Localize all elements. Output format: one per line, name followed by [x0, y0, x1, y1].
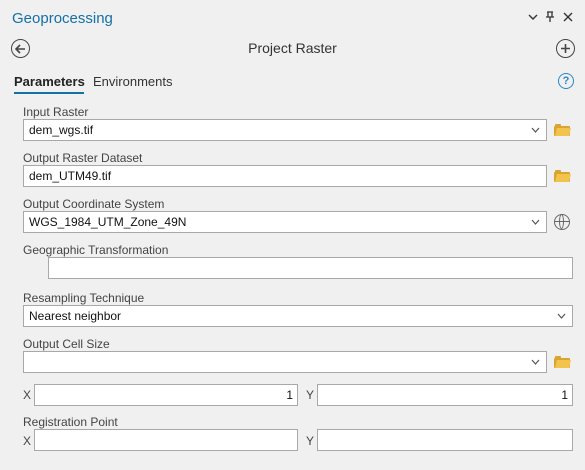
output-raster-label: Output Raster Dataset [23, 151, 143, 165]
folder-icon[interactable] [554, 356, 571, 368]
input-raster-field[interactable]: dem_wgs.tif [23, 119, 547, 141]
folder-icon[interactable] [554, 170, 571, 182]
registration-y-input[interactable] [317, 429, 573, 451]
cell-size-y-input[interactable]: 1 [317, 384, 573, 406]
cell-size-label: Output Cell Size [23, 337, 110, 351]
geo-transform-label: Geographic Transformation [23, 243, 169, 257]
output-cs-value: WGS_1984_UTM_Zone_49N [29, 215, 187, 229]
folder-icon[interactable] [554, 124, 571, 136]
chevron-down-icon[interactable] [531, 126, 540, 134]
add-button[interactable] [556, 39, 575, 58]
input-raster-label: Input Raster [23, 105, 89, 119]
close-icon[interactable] [561, 11, 575, 25]
output-raster-value: dem_UTM49.tif [29, 169, 112, 183]
tab-parameters[interactable]: Parameters [14, 74, 85, 89]
pane-title: Geoprocessing [12, 10, 113, 27]
resampling-label: Resampling Technique [23, 291, 145, 305]
cell-size-y-label: Y [306, 388, 315, 402]
globe-icon[interactable] [554, 214, 570, 230]
pane-titlebar: Geoprocessing [0, 0, 585, 32]
cell-size-x-value: 1 [286, 388, 293, 402]
tab-bar: Parameters Environments [0, 70, 585, 96]
help-icon[interactable]: ? [558, 73, 574, 89]
cell-size-y-value: 1 [561, 388, 568, 402]
registration-x-label: X [23, 434, 32, 448]
chevron-down-icon[interactable] [557, 312, 566, 320]
cell-size-x-input[interactable]: 1 [34, 384, 298, 406]
pin-icon[interactable] [543, 11, 557, 25]
output-cs-label: Output Coordinate System [23, 197, 165, 211]
output-cs-field[interactable]: WGS_1984_UTM_Zone_49N [23, 211, 547, 233]
chevron-down-icon[interactable] [531, 218, 540, 226]
chevron-down-icon[interactable] [526, 11, 540, 25]
cell-size-x-label: X [23, 388, 32, 402]
output-raster-field[interactable]: dem_UTM49.tif [23, 165, 547, 187]
tab-environments[interactable]: Environments [93, 74, 172, 89]
tool-header: Project Raster [0, 32, 585, 64]
registration-label: Registration Point [23, 415, 118, 429]
cell-size-field[interactable] [23, 351, 547, 373]
active-tab-indicator [14, 92, 84, 94]
resampling-value: Nearest neighbor [29, 309, 122, 323]
add-icon [561, 44, 570, 53]
geo-transform-field[interactable] [48, 257, 573, 279]
registration-x-input[interactable] [34, 429, 298, 451]
resampling-select[interactable]: Nearest neighbor [23, 305, 573, 327]
registration-y-label: Y [306, 434, 315, 448]
input-raster-value: dem_wgs.tif [29, 123, 94, 137]
chevron-down-icon[interactable] [531, 358, 540, 366]
tool-title: Project Raster [248, 40, 337, 56]
